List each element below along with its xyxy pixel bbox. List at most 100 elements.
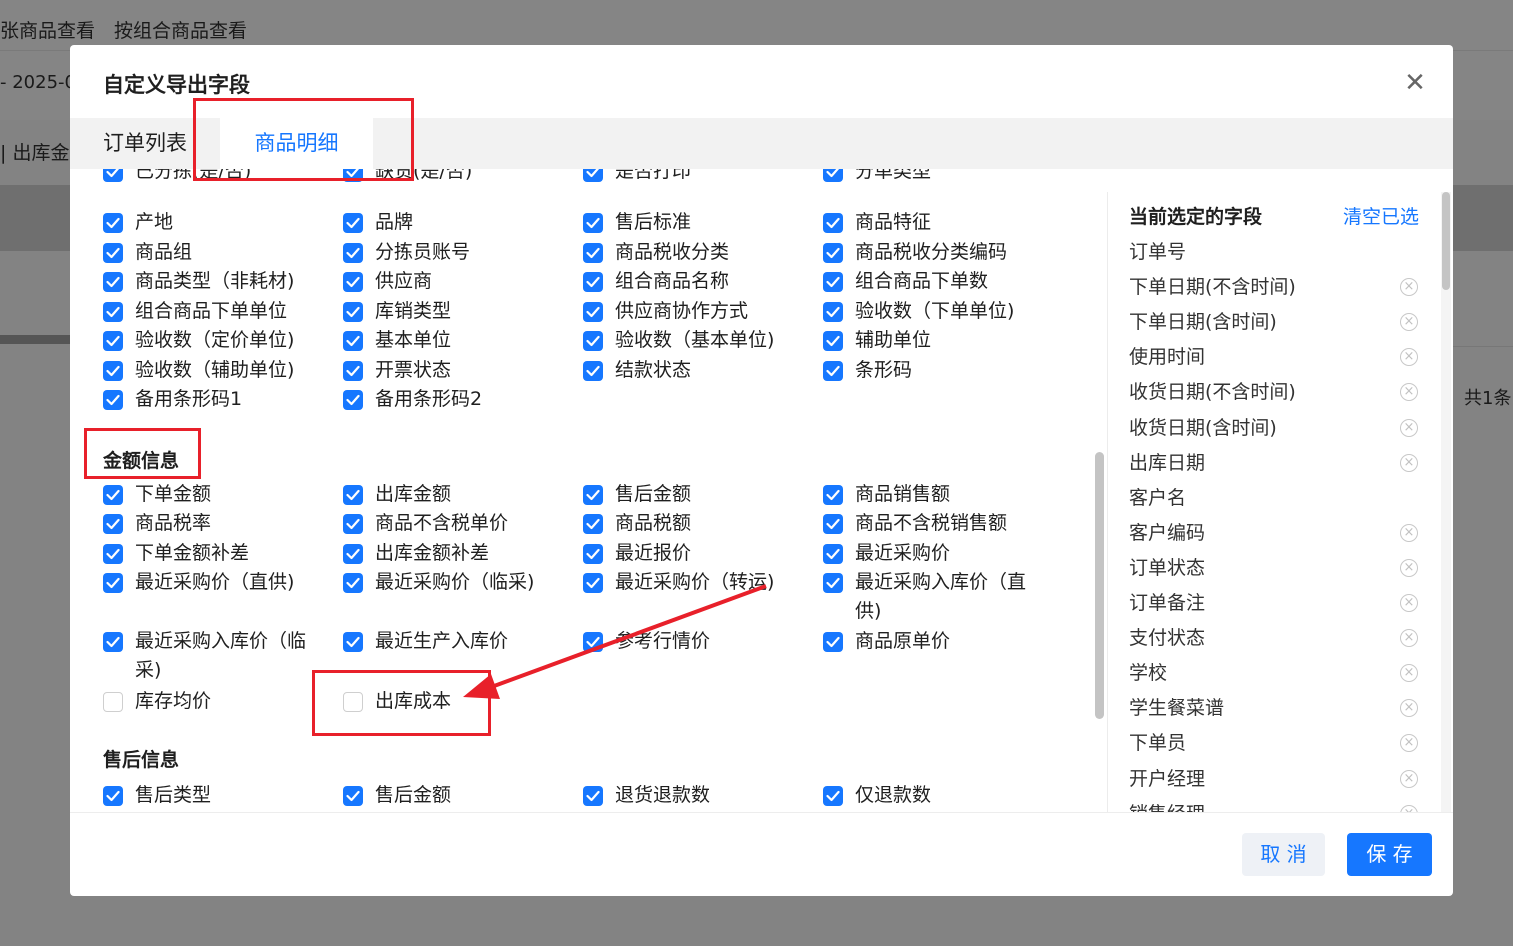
remove-circle-icon[interactable]: ×: [1400, 699, 1418, 718]
field-checkbox-label: 最近生产入库价: [375, 630, 509, 652]
checkbox-checked-icon[interactable]: [823, 786, 843, 806]
checkbox-checked-icon[interactable]: [823, 243, 843, 263]
remove-circle-icon[interactable]: ×: [1400, 383, 1418, 402]
checkbox-checked-icon[interactable]: [823, 514, 843, 534]
checkbox-checked-icon[interactable]: [823, 213, 843, 233]
checkbox-checked-icon[interactable]: [823, 573, 843, 593]
remove-circle-icon[interactable]: ×: [1400, 629, 1418, 648]
selected-field-label: 订单号: [1129, 241, 1187, 263]
save-button[interactable]: 保 存: [1347, 833, 1432, 876]
selected-scrollbar-thumb[interactable]: [1442, 192, 1450, 290]
checkbox-checked-icon[interactable]: [343, 390, 363, 410]
checkbox-checked-icon[interactable]: [103, 632, 123, 652]
checkbox-checked-icon[interactable]: [823, 632, 843, 652]
remove-circle-icon[interactable]: ×: [1400, 734, 1418, 753]
checkbox-checked-icon[interactable]: [823, 302, 843, 322]
checkbox-checked-icon[interactable]: [583, 213, 603, 233]
checkbox-checked-icon[interactable]: [583, 361, 603, 381]
checkbox-checked-icon[interactable]: [823, 544, 843, 564]
checkbox-checked-icon[interactable]: [823, 272, 843, 292]
checkbox-checked-icon[interactable]: [823, 169, 843, 182]
divider: [1107, 192, 1108, 812]
clear-selected-button[interactable]: 清空已选: [1343, 202, 1419, 229]
field-checkbox-label: 商品不含税销售额: [855, 512, 1008, 534]
checkbox-checked-icon[interactable]: [103, 361, 123, 381]
close-icon[interactable]: ✕: [1399, 67, 1431, 99]
checkbox-empty-icon[interactable]: [343, 692, 363, 712]
checkbox-checked-icon[interactable]: [103, 514, 123, 534]
checkbox-empty-icon[interactable]: [103, 692, 123, 712]
remove-circle-icon[interactable]: ×: [1400, 313, 1418, 332]
field-checkbox-label: 库存均价: [135, 690, 212, 712]
checkbox-checked-icon[interactable]: [103, 390, 123, 410]
checkbox-checked-icon[interactable]: [583, 272, 603, 292]
checkbox-checked-icon[interactable]: [583, 169, 603, 182]
checkbox-checked-icon[interactable]: [583, 573, 603, 593]
field-checkbox-label: 验收数（辅助单位): [135, 359, 295, 381]
remove-circle-icon[interactable]: ×: [1400, 348, 1418, 367]
selected-field-label: 下单员: [1129, 732, 1187, 755]
field-checkbox-label: 开票状态: [375, 359, 452, 381]
checkbox-checked-icon[interactable]: [343, 169, 363, 182]
selected-field-item: 下单员 ×: [1129, 726, 1429, 761]
checkbox-checked-icon[interactable]: [343, 302, 363, 322]
checkbox-checked-icon[interactable]: [823, 361, 843, 381]
checkbox-checked-icon[interactable]: [103, 272, 123, 292]
remove-circle-icon[interactable]: ×: [1400, 453, 1418, 472]
checkbox-checked-icon[interactable]: [583, 786, 603, 806]
checkbox-checked-icon[interactable]: [343, 331, 363, 351]
fields-scrollbar-thumb[interactable]: [1095, 452, 1104, 719]
checkbox-checked-icon[interactable]: [343, 485, 363, 505]
remove-circle-icon[interactable]: ×: [1400, 594, 1418, 612]
checkbox-checked-icon[interactable]: [583, 485, 603, 505]
checkbox-checked-icon[interactable]: [103, 573, 123, 593]
checkbox-checked-icon[interactable]: [103, 213, 123, 233]
field-checkbox-label: 售后标准: [615, 211, 692, 233]
remove-circle-icon[interactable]: ×: [1400, 558, 1418, 577]
field-checkbox-label: 供应商协作方式: [615, 300, 749, 322]
field-checkbox-label: 验收数（基本单位): [615, 329, 775, 351]
checkbox-checked-icon[interactable]: [343, 361, 363, 381]
checkbox-checked-icon[interactable]: [343, 544, 363, 564]
remove-circle-icon[interactable]: ×: [1400, 664, 1418, 683]
remove-circle-icon[interactable]: ×: [1400, 523, 1418, 542]
remove-circle-icon[interactable]: ×: [1400, 418, 1418, 437]
checkbox-checked-icon[interactable]: [583, 544, 603, 564]
field-checkbox-label: 最近采购入库价（直供): [855, 571, 1027, 622]
checkbox-checked-icon[interactable]: [103, 302, 123, 322]
field-checkbox-label: 供应商: [375, 270, 433, 292]
checkbox-checked-icon[interactable]: [823, 331, 843, 351]
field-checkbox-label: 最近采购价（临采): [375, 571, 535, 593]
checkbox-checked-icon[interactable]: [583, 331, 603, 351]
checkbox-checked-icon[interactable]: [343, 213, 363, 233]
checkbox-checked-icon[interactable]: [103, 544, 123, 564]
checkbox-checked-icon[interactable]: [343, 786, 363, 806]
checkbox-checked-icon[interactable]: [343, 632, 363, 652]
checkbox-checked-icon[interactable]: [103, 786, 123, 806]
checkbox-checked-icon[interactable]: [583, 514, 603, 534]
remove-circle-icon[interactable]: ×: [1400, 769, 1418, 788]
checkbox-checked-icon[interactable]: [343, 514, 363, 534]
checkbox-checked-icon[interactable]: [583, 243, 603, 263]
checkbox-checked-icon[interactable]: [103, 331, 123, 351]
field-checkbox-label: 仅退款数: [855, 784, 932, 806]
checkbox-checked-icon[interactable]: [103, 169, 123, 182]
checkbox-checked-icon[interactable]: [823, 485, 843, 505]
remove-circle-icon[interactable]: ×: [1400, 278, 1418, 297]
checkbox-checked-icon[interactable]: [343, 272, 363, 292]
tab-order-list[interactable]: 订单列表: [103, 118, 187, 169]
checkbox-checked-icon[interactable]: [583, 632, 603, 652]
remove-circle-icon[interactable]: ×: [1400, 804, 1418, 812]
checkbox-checked-icon[interactable]: [343, 243, 363, 263]
checkbox-checked-icon[interactable]: [583, 302, 603, 322]
tab-product-detail[interactable]: 商品明细: [220, 118, 373, 169]
checkbox-checked-icon[interactable]: [103, 485, 123, 505]
checkbox-checked-icon[interactable]: [343, 573, 363, 593]
background-total-count: 共1条: [1464, 388, 1512, 409]
field-checkbox-area[interactable]: 已分拣(是/否) 缺货(是/否) 是否打印 分单类型 产地 品牌 售后标准 商品特征 商品组 分拣…: [70, 169, 1100, 812]
field-checkbox-label: 商品特征: [855, 211, 932, 233]
checkbox-checked-icon[interactable]: [103, 243, 123, 263]
cancel-button[interactable]: 取 消: [1242, 833, 1325, 876]
field-checkbox-label: 商品税收分类: [615, 241, 730, 263]
section-title: 售后信息: [103, 749, 180, 771]
